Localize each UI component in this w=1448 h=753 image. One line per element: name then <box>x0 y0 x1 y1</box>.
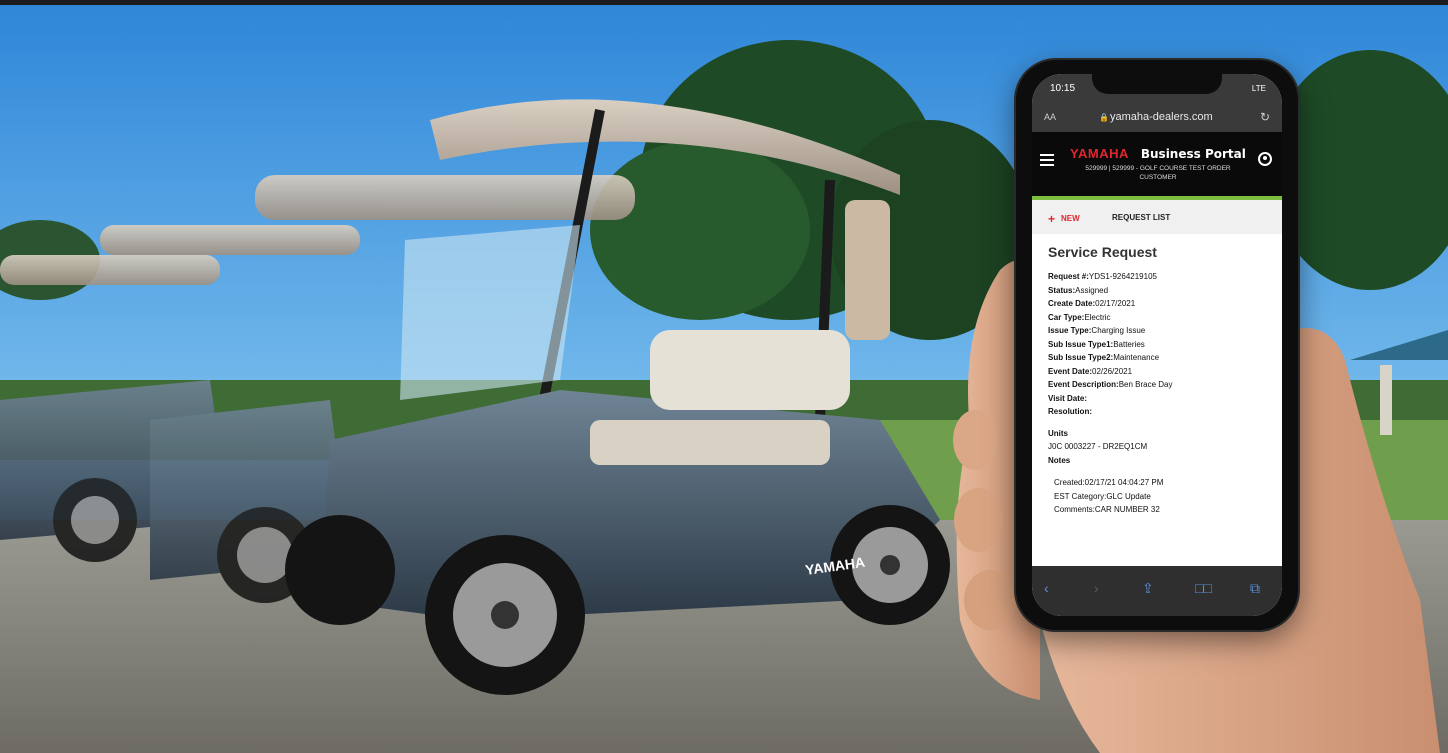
field-label: Car Type: <box>1048 312 1085 322</box>
new-label: NEW <box>1061 214 1080 223</box>
detail-row-request-number: Request #:YDS1-9264219105 <box>1048 270 1173 284</box>
request-list-tab[interactable]: REQUEST LIST <box>1112 213 1170 222</box>
note-comments: Comments:CAR NUMBER 32 <box>1054 505 1160 514</box>
note-created: Created:02/17/21 04:04:27 PM <box>1054 478 1164 487</box>
detail-row-event-description: Event Description:Ben Brace Day <box>1048 378 1173 392</box>
detail-row-sub-issue-type1: Sub Issue Type1:Batteries <box>1048 338 1173 352</box>
field-label: Sub Issue Type2: <box>1048 353 1114 362</box>
field-value: YDS1-9264219105 <box>1088 272 1157 281</box>
unit-value: J0C 0003227 - DR2EQ1CM <box>1048 442 1148 451</box>
signal-indicator: LTE <box>1251 84 1266 93</box>
field-label: Visit Date: <box>1048 393 1087 403</box>
user-account-icon[interactable] <box>1258 152 1272 166</box>
app-header: YAMAHA Business Portal 529999 | 529999 - … <box>1032 132 1282 200</box>
detail-row-create-date: Create Date:02/17/2021 <box>1048 297 1173 311</box>
field-value: 02/17/2021 <box>1095 299 1136 308</box>
field-label: Event Description: <box>1048 380 1119 389</box>
detail-row-status: Status:Assigned <box>1048 284 1173 298</box>
tabs-icon[interactable]: ⧉ <box>1250 580 1260 597</box>
account-info: 529999 | 529999 - GOLF COURSE TEST ORDER… <box>1085 165 1231 181</box>
lock-icon: 🔒 <box>1099 113 1109 122</box>
field-label: Resolution: <box>1048 407 1092 416</box>
text-size-button[interactable]: AA <box>1044 112 1056 122</box>
units-heading: Units <box>1048 428 1068 438</box>
field-label: Request #: <box>1048 272 1089 281</box>
reload-icon[interactable]: ↻ <box>1260 110 1270 124</box>
hamburger-menu-icon[interactable] <box>1040 154 1054 166</box>
field-value: Maintenance <box>1113 353 1160 362</box>
browser-toolbar: ‹ › ⇪ □□ ⧉ <box>1032 566 1282 616</box>
page-title: Service Request <box>1048 244 1157 260</box>
field-value: Assigned <box>1075 285 1109 295</box>
status-time: 10:15 <box>1050 83 1076 94</box>
forward-icon[interactable]: › <box>1094 580 1099 596</box>
share-icon[interactable]: ⇪ <box>1142 580 1154 597</box>
url-text[interactable]: yamaha-dealers.com <box>1110 111 1213 123</box>
field-label: Event Date: <box>1048 366 1093 376</box>
detail-row-issue-type: Issue Type:Charging Issue <box>1048 324 1173 338</box>
request-details: Request #:YDS1-9264219105 Status:Assigne… <box>1048 270 1173 467</box>
note-entry: Created:02/17/21 04:04:27 PM EST Categor… <box>1054 476 1163 517</box>
new-request-button[interactable]: + NEW <box>1048 212 1080 226</box>
browser-url-bar[interactable]: AA 🔒 yamaha-dealers.com ↻ <box>1032 104 1282 132</box>
plus-icon: + <box>1048 212 1056 226</box>
brand-logo: YAMAHA Business Portal <box>1070 146 1246 161</box>
field-value: Ben Brace Day <box>1118 380 1173 389</box>
field-label: Issue Type: <box>1048 326 1092 335</box>
field-value: Charging Issue <box>1091 326 1146 335</box>
detail-row-resolution: Resolution: <box>1048 405 1173 419</box>
service-request-panel: Service Request Request #:YDS1-926421910… <box>1032 234 1282 564</box>
detail-row-car-type: Car Type:Electric <box>1048 311 1173 325</box>
notes-heading: Notes <box>1048 455 1071 465</box>
top-border <box>0 0 1448 5</box>
note-category: EST Category:GLC Update <box>1054 491 1151 501</box>
field-value: Batteries <box>1113 339 1145 349</box>
phone-screen: 10:15 LTE AA 🔒 yamaha-dealers.com ↻ YAMA… <box>1032 74 1282 616</box>
detail-row-visit-date: Visit Date: <box>1048 392 1173 406</box>
request-tabs: + NEW REQUEST LIST <box>1032 200 1282 235</box>
detail-row-event-date: Event Date:02/26/2021 <box>1048 365 1173 379</box>
field-label: Status: <box>1048 285 1076 295</box>
phone-notch <box>1092 70 1222 94</box>
bookmarks-icon[interactable]: □□ <box>1195 580 1212 596</box>
field-label: Create Date: <box>1048 299 1096 308</box>
field-value: 02/26/2021 <box>1092 366 1133 376</box>
field-label: Sub Issue Type1: <box>1048 339 1114 349</box>
portal-title: Business Portal <box>1140 147 1246 161</box>
yamaha-logo-text: YAMAHA <box>1070 146 1129 161</box>
back-icon[interactable]: ‹ <box>1044 580 1049 596</box>
detail-row-sub-issue-type2: Sub Issue Type2:Maintenance <box>1048 351 1173 365</box>
field-value: Electric <box>1084 312 1111 322</box>
